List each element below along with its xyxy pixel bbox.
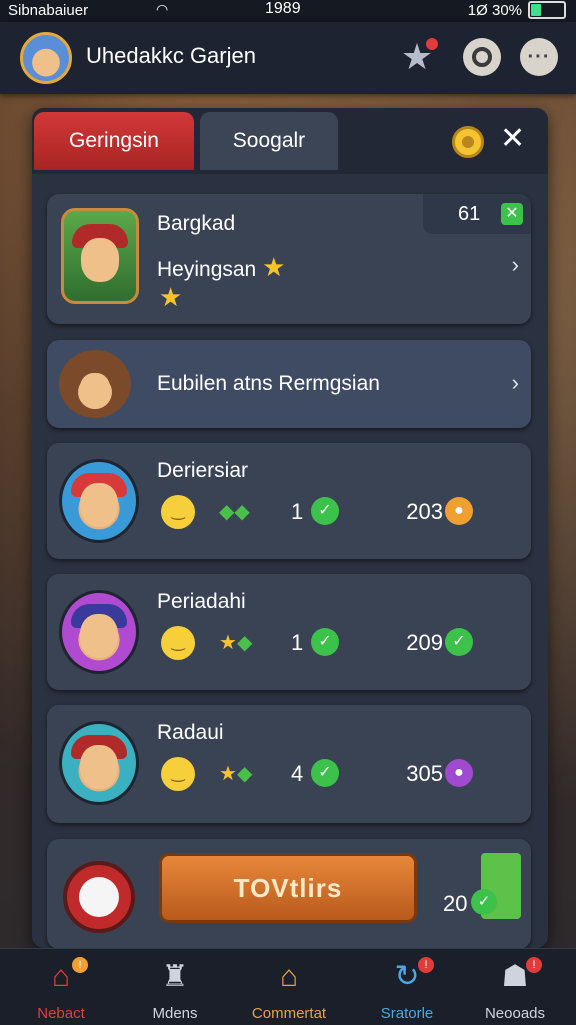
- battery-label: 1Ø 30%: [467, 1, 522, 19]
- emoji-icon: ‿: [161, 495, 195, 529]
- tab-2[interactable]: Soogalr: [200, 112, 338, 170]
- profile-avatar[interactable]: [20, 32, 72, 84]
- main-panel: Geringsin Soogalr ✕ Bargkad Heyingsan ★ …: [32, 108, 548, 948]
- emoji-icon: ‿: [161, 757, 195, 791]
- tab-1[interactable]: Geringsin: [34, 112, 194, 170]
- nav-home[interactable]: ⌂! Nebact: [6, 957, 116, 1022]
- avatar: [59, 459, 139, 543]
- player-score: 305: [406, 761, 443, 786]
- avatar: [59, 721, 139, 805]
- item-name: Bargkad: [157, 212, 236, 235]
- nav-members[interactable]: ♜ Mdens: [120, 959, 230, 1022]
- nav-label: Nebact: [37, 1005, 85, 1022]
- nav-reloads[interactable]: ☗! Neooads: [460, 957, 570, 1022]
- check-icon: ✓: [445, 628, 473, 656]
- list-item[interactable]: Eubilen atns Rermgsian ›: [47, 340, 531, 428]
- chevron-right-icon: ›: [511, 370, 519, 395]
- notification-dot: [426, 38, 438, 50]
- chevron-right-icon: ›: [511, 252, 519, 277]
- nav-comments[interactable]: ⌂ Commertat: [234, 959, 344, 1022]
- check-icon: ✓: [311, 759, 339, 787]
- status-time: 1989: [265, 0, 301, 17]
- refresh-icon: ↻!: [352, 957, 462, 995]
- check-icon: ✓: [311, 628, 339, 656]
- player-count: 4: [291, 761, 304, 786]
- coin-icon[interactable]: [452, 126, 484, 158]
- wifi-icon: ◠: [156, 1, 169, 17]
- list-item[interactable]: Bargkad Heyingsan ★ ★ 61 ✕ ›: [47, 194, 531, 324]
- action-value: 20: [443, 891, 468, 916]
- gear-icon: [472, 47, 492, 67]
- player-row[interactable]: Deriersiar ‿ ◆◆ 1 ✓ 203 ●: [47, 443, 531, 559]
- check-icon: ✕: [501, 203, 523, 225]
- star-icon: ★: [159, 282, 183, 312]
- star-icon: ★: [262, 252, 286, 282]
- player-name: Radaui: [157, 721, 224, 744]
- item-title: Eubilen atns Rermgsian: [157, 372, 380, 395]
- item-subtitle: Heyingsan: [157, 258, 257, 281]
- members-icon: ♜: [161, 960, 189, 993]
- emoji-icon: ‿: [161, 626, 195, 660]
- home-icon: ⌂!: [6, 957, 116, 995]
- star-gem-icon: ★◆: [219, 632, 253, 654]
- check-icon: ✓: [311, 497, 339, 525]
- action-button[interactable]: TOVtlirs: [159, 853, 417, 923]
- nav-stats[interactable]: ↻! Sratorle: [352, 957, 462, 1022]
- nav-label: Sratorle: [380, 1005, 434, 1022]
- bottom-nav: ⌂! Nebact ♜ Mdens ⌂ Commertat ↻! Sratorl…: [0, 948, 576, 1025]
- badge-value: 61: [458, 203, 481, 225]
- nav-label: Mdens: [152, 1005, 198, 1022]
- player-score: 203: [406, 499, 443, 524]
- status-bar: Sibnabaiuer ◠ 1989 1Ø 30%: [0, 0, 576, 22]
- gem-icon: ●: [445, 759, 473, 787]
- alarm-clock-icon: [63, 861, 135, 933]
- battery-icon: [528, 1, 566, 19]
- app-title: Uhedakkc Garjen: [86, 43, 256, 68]
- settings-button[interactable]: [463, 38, 501, 76]
- carrier-label: Sibnabaiuer: [8, 2, 89, 19]
- player-score: 209: [406, 630, 443, 655]
- player-row[interactable]: Periadahi ‿ ★◆ 1 ✓ 209 ✓: [47, 574, 531, 690]
- avatar: [59, 350, 131, 418]
- gamepad-icon: ☗!: [460, 957, 570, 995]
- player-name: Deriersiar: [157, 459, 249, 482]
- player-count: 1: [291, 499, 304, 524]
- player-row[interactable]: Radaui ‿ ★◆ 4 ✓ 305 ●: [47, 705, 531, 823]
- star-gem-icon: ★◆: [219, 763, 253, 785]
- more-button[interactable]: ···: [520, 38, 558, 76]
- coin-icon: ●: [445, 497, 473, 525]
- avatar: [59, 590, 139, 674]
- player-name: Periadahi: [157, 590, 246, 613]
- top-bar: Uhedakkc Garjen ★ ···: [0, 22, 576, 94]
- action-card: TOVtlirs 20 ✓: [47, 839, 531, 948]
- check-icon: ✓: [471, 889, 497, 915]
- nav-label: Neooads: [484, 1005, 546, 1022]
- tab-bar: Geringsin Soogalr ✕: [32, 108, 548, 174]
- nav-label: Commertat: [251, 1005, 327, 1022]
- gem-icon: ◆◆: [219, 501, 250, 523]
- avatar: [61, 208, 139, 304]
- house-icon: ⌂: [279, 960, 299, 993]
- close-icon[interactable]: ✕: [500, 122, 525, 156]
- score-badge: 61 ✕: [423, 194, 531, 234]
- favorites-star-button[interactable]: ★: [398, 36, 438, 77]
- player-count: 1: [291, 630, 304, 655]
